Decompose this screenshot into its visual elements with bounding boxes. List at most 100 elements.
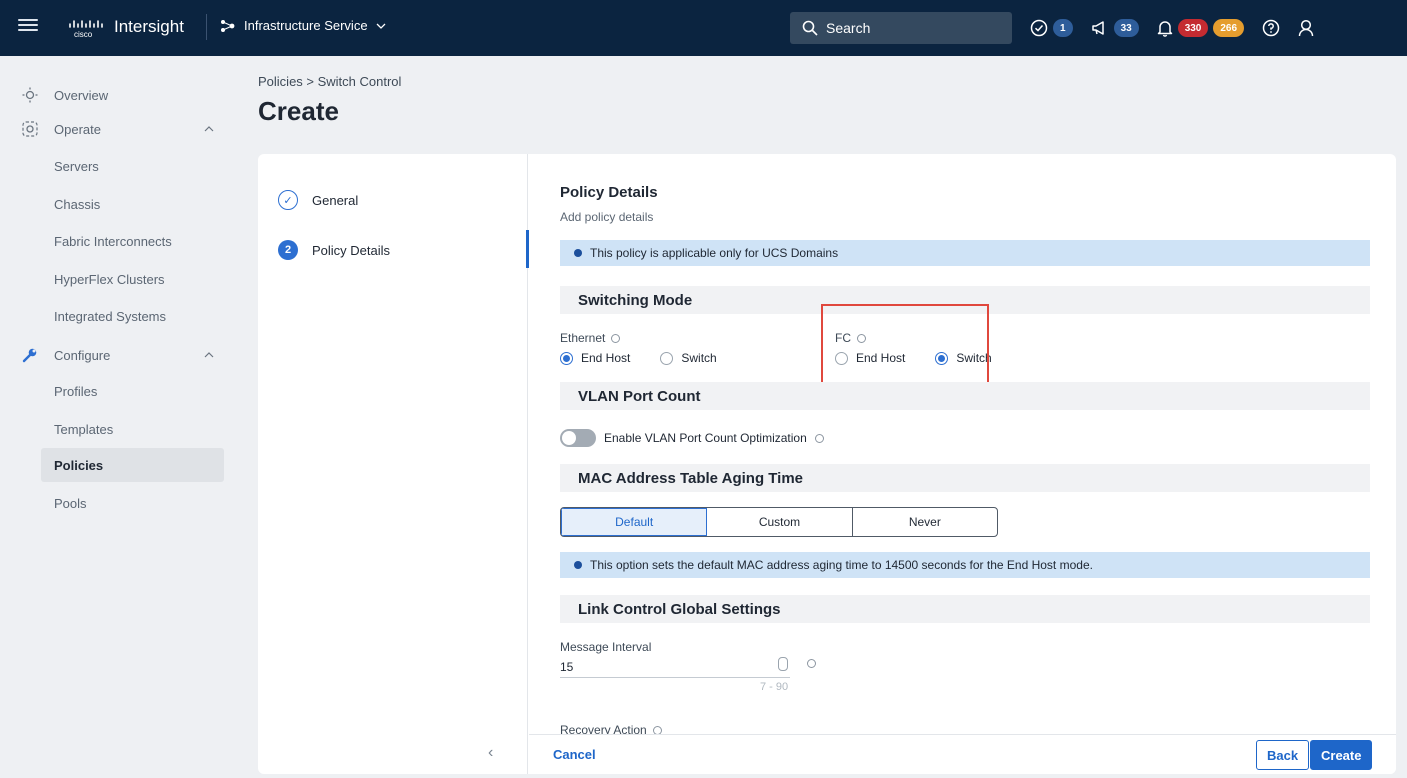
chevron-down-icon: [376, 23, 386, 29]
step-label: Policy Details: [312, 242, 391, 258]
info-circle-icon[interactable]: [807, 659, 816, 668]
ethernet-end-host-radio[interactable]: [560, 351, 573, 365]
megaphone-icon: [1091, 21, 1104, 35]
stepper-icon[interactable]: [778, 657, 788, 671]
status-count-badge: 1: [1053, 19, 1073, 37]
critical-alarms-badge: 330: [1177, 19, 1209, 37]
service-icon: [221, 19, 235, 32]
wizard-footer: Cancel Back Create: [529, 734, 1396, 774]
collapse-chevron-icon[interactable]: ‹: [488, 744, 493, 762]
form-subtitle: Add policy details: [560, 210, 654, 224]
operate-icon: [22, 121, 38, 137]
status-indicator[interactable]: 1: [1030, 19, 1073, 37]
help-button[interactable]: [1262, 19, 1280, 37]
check-circle-icon: [1030, 19, 1048, 37]
help-icon: [1262, 19, 1280, 37]
ethernet-end-host-label[interactable]: End Host: [581, 351, 630, 365]
step-number: 2: [278, 240, 298, 260]
sidebar-item-profiles[interactable]: Profiles: [54, 384, 97, 399]
mac-aging-default-option[interactable]: Default: [561, 508, 708, 536]
sidebar-item-configure[interactable]: Configure: [0, 342, 236, 368]
message-interval-range: 7 - 90: [760, 681, 789, 693]
breadcrumb[interactable]: Policies > Switch Control: [258, 74, 401, 89]
mac-aging-info-banner: This option sets the default MAC address…: [560, 552, 1370, 578]
search-button[interactable]: Search: [790, 12, 1012, 44]
cisco-logo: cisco: [69, 20, 103, 39]
sidebar-label-operate: Operate: [54, 121, 101, 137]
app-name: Intersight: [114, 17, 184, 36]
menu-icon[interactable]: [18, 16, 38, 36]
domain-info-text: This policy is applicable only for UCS D…: [590, 246, 839, 260]
topbar-status-icons: 1 33 330 266: [1030, 14, 1332, 42]
mac-aging-custom-option[interactable]: Custom: [707, 508, 853, 536]
mac-aging-info-text: This option sets the default MAC address…: [590, 558, 1093, 572]
search-label: Search: [826, 20, 871, 36]
page-title: Create: [258, 96, 339, 126]
recovery-action-label: Recovery Action: [560, 723, 662, 734]
info-icon: [574, 249, 582, 257]
warning-alarms-badge: 266: [1213, 19, 1245, 37]
sidebar-item-hyperflex-clusters[interactable]: HyperFlex Clusters: [54, 272, 165, 287]
search-icon: [802, 20, 818, 36]
wizard-card: ✓ General 2 Policy Details ‹ Policy Deta…: [258, 154, 1396, 774]
sidebar-item-overview[interactable]: Overview: [0, 82, 236, 108]
sidebar-item-templates[interactable]: Templates: [54, 422, 113, 437]
vlan-port-count-heading: VLAN Port Count: [560, 382, 1370, 410]
ethernet-label: Ethernet: [560, 331, 606, 345]
sidebar-item-servers[interactable]: Servers: [54, 159, 99, 174]
sidebar-item-fabric-interconnects[interactable]: Fabric Interconnects: [54, 234, 172, 249]
topbar-divider: [206, 14, 207, 40]
announcements-indicator[interactable]: 33: [1091, 19, 1139, 37]
user-button[interactable]: [1298, 19, 1314, 37]
chevron-up-icon: [204, 352, 214, 358]
mac-aging-never-option[interactable]: Never: [853, 508, 997, 536]
ethernet-switch-radio[interactable]: [660, 351, 674, 365]
message-interval-input[interactable]: 15: [560, 660, 573, 674]
info-circle-icon[interactable]: [611, 333, 621, 343]
step-general[interactable]: ✓ General: [278, 190, 358, 210]
svg-text:cisco: cisco: [74, 30, 93, 39]
service-selector[interactable]: Infrastructure Service: [220, 18, 386, 33]
checkmark-icon: ✓: [278, 190, 298, 210]
chevron-up-icon: [204, 126, 214, 132]
step-policy-details[interactable]: 2 Policy Details: [278, 240, 390, 260]
message-interval-label: Message Interval: [560, 640, 652, 654]
create-button[interactable]: Create: [1310, 740, 1373, 770]
announcements-count-badge: 33: [1113, 19, 1139, 37]
sidebar-label-overview: Overview: [54, 87, 109, 103]
mac-aging-heading: MAC Address Table Aging Time: [560, 464, 1370, 492]
step-label: General: [312, 192, 359, 208]
link-control-heading: Link Control Global Settings: [560, 595, 1370, 623]
info-circle-icon[interactable]: [814, 433, 824, 443]
sidebar-item-operate[interactable]: Operate: [0, 116, 236, 142]
back-button[interactable]: Back: [1256, 740, 1310, 770]
ethernet-field-label: Ethernet: [560, 331, 621, 345]
vlan-optimization-toggle[interactable]: [560, 429, 596, 447]
sidebar: Overview Operate Servers Chassis Fabric …: [0, 56, 236, 778]
fc-highlight-box: [821, 304, 989, 394]
top-bar: cisco Intersight Infrastructure Service …: [0, 0, 1407, 56]
sidebar-label-configure: Configure: [54, 347, 111, 363]
wrench-icon: [22, 348, 37, 363]
sidebar-label-policies: Policies: [54, 458, 104, 473]
cancel-button[interactable]: Cancel: [553, 747, 596, 762]
bell-icon: [1157, 21, 1172, 37]
policy-details-form: Policy Details Add policy details This p…: [529, 154, 1396, 734]
vlan-optimization-label: Enable VLAN Port Count Optimization: [604, 431, 807, 445]
ethernet-radio-group: End Host Switch: [560, 351, 717, 365]
info-icon: [574, 561, 582, 569]
sidebar-item-pools[interactable]: Pools: [54, 496, 87, 511]
info-circle-icon[interactable]: [652, 725, 662, 734]
vlan-optimization-row: Enable VLAN Port Count Optimization: [560, 429, 824, 447]
mac-aging-selector: Default Custom Never: [560, 507, 998, 537]
sun-icon: [22, 87, 38, 103]
domain-info-banner: This policy is applicable only for UCS D…: [560, 240, 1370, 266]
alarms-indicator[interactable]: 330 266: [1157, 19, 1245, 37]
wizard-steps: ✓ General 2 Policy Details ‹: [258, 154, 528, 774]
service-name: Infrastructure Service: [244, 18, 368, 33]
form-title: Policy Details: [560, 184, 658, 201]
sidebar-item-integrated-systems[interactable]: Integrated Systems: [54, 309, 166, 324]
ethernet-switch-label[interactable]: Switch: [681, 351, 716, 365]
message-interval-underline: [560, 677, 790, 678]
sidebar-item-chassis[interactable]: Chassis: [54, 197, 100, 212]
